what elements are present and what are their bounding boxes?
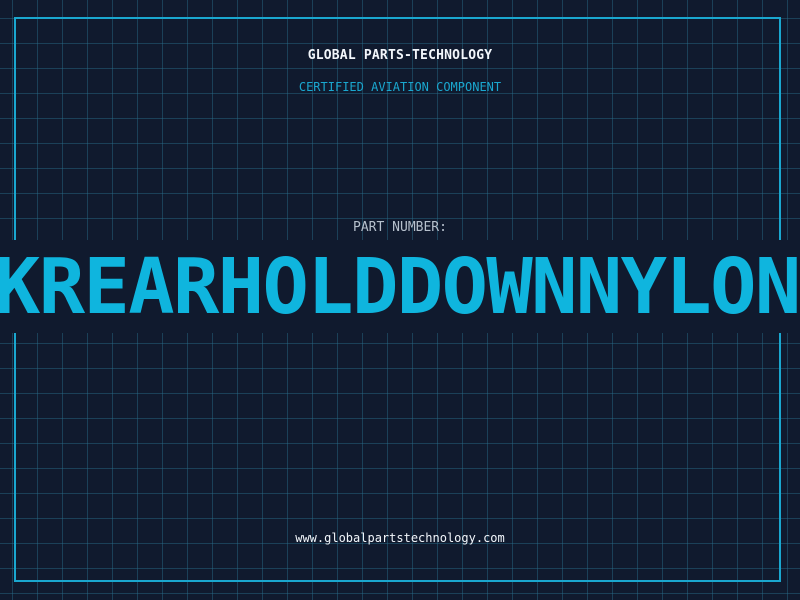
certification-subtitle: CERTIFIED AVIATION COMPONENT	[298, 80, 502, 94]
company-name: GLOBAL PARTS-TECHNOLOGY	[307, 48, 493, 63]
part-number-value: KREARHOLDDOWNNYLON	[0, 248, 800, 328]
part-number-label: PART NUMBER:	[353, 220, 447, 235]
label-card: GLOBAL PARTS-TECHNOLOGY CERTIFIED AVIATI…	[0, 0, 800, 600]
website-url[interactable]: www.globalpartstechnology.com	[0, 531, 800, 545]
